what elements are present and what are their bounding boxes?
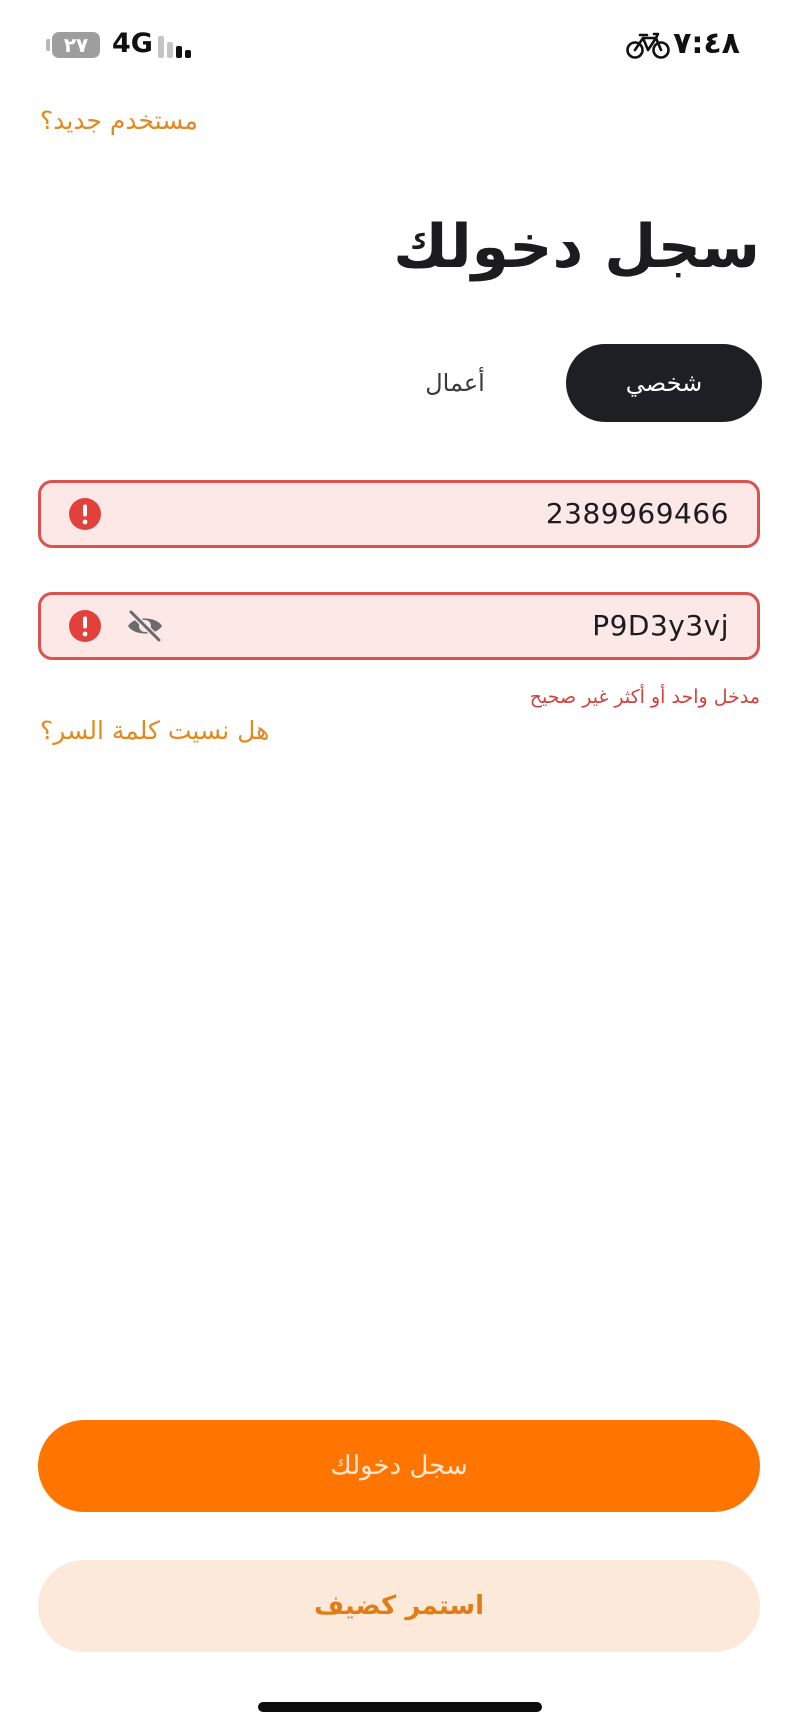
- status-bar: ٢٧ 4G ٧:٤٨: [0, 0, 800, 96]
- new-user-link[interactable]: مستخدم جديد؟: [40, 106, 198, 135]
- phone-field[interactable]: 2389969466: [38, 480, 760, 548]
- clock-time: ٧:٤٨: [673, 26, 740, 61]
- tab-personal-label: شخصي: [625, 369, 703, 397]
- error-icon: [69, 498, 101, 530]
- eye-off-icon[interactable]: [125, 608, 165, 644]
- forgot-password-link[interactable]: هل نسيت كلمة السر؟: [40, 716, 269, 745]
- tab-business-label: أعمال: [425, 369, 485, 397]
- guest-button-label: استمر كضيف: [313, 1591, 485, 1621]
- battery-tip: [46, 39, 50, 51]
- bicycle-icon: [626, 32, 670, 59]
- continue-as-guest-button[interactable]: استمر كضيف: [38, 1560, 760, 1652]
- validation-error-message: مدخل واحد أو أكثر غير صحيح: [529, 686, 760, 708]
- home-indicator: [258, 1702, 542, 1712]
- tab-personal[interactable]: شخصي: [566, 344, 762, 422]
- password-value: P9D3y3vj: [592, 609, 729, 642]
- network-type: 4G: [112, 28, 153, 59]
- login-button-label: سجل دخولك: [330, 1451, 468, 1481]
- signal-icon: [158, 34, 198, 58]
- battery-icon: ٢٧: [52, 32, 100, 58]
- phone-value: 2389969466: [545, 497, 729, 530]
- page-title: سجل دخولك: [393, 212, 760, 282]
- tab-business[interactable]: أعمال: [390, 344, 520, 422]
- error-icon: [69, 610, 101, 642]
- login-button[interactable]: سجل دخولك: [38, 1420, 760, 1512]
- password-field[interactable]: P9D3y3vj: [38, 592, 760, 660]
